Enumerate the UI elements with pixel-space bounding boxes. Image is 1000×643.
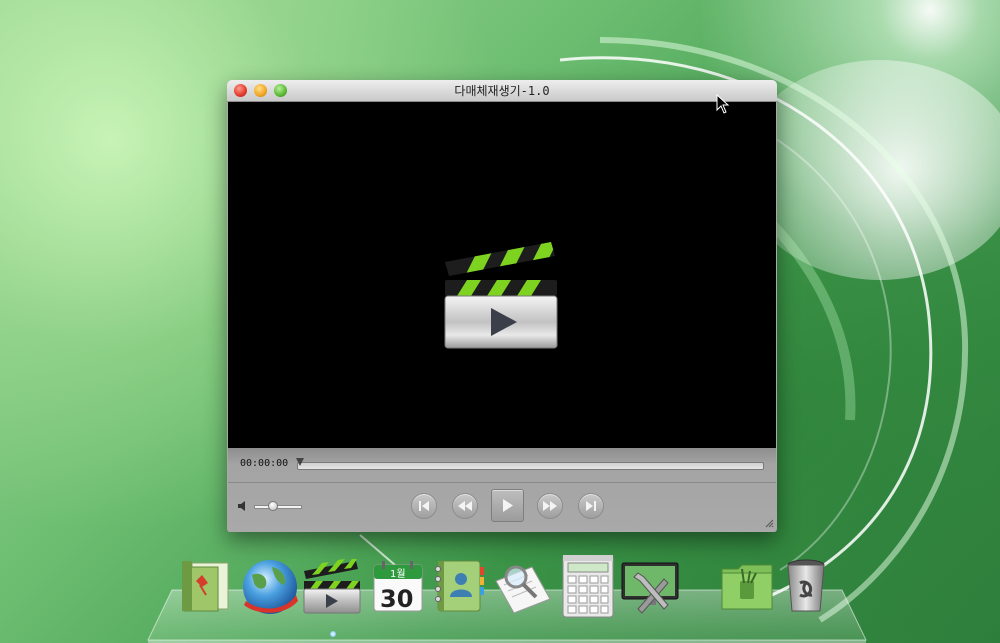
globe-browser-icon: [243, 560, 298, 614]
system-settings-icon: [621, 562, 679, 614]
skip-back-icon: [419, 501, 429, 511]
calendar-icon: 1월 30: [373, 561, 423, 613]
clapperboard-icon: [444, 242, 558, 349]
dock-item-system-settings[interactable]: [620, 555, 680, 617]
rewind-button[interactable]: [452, 493, 478, 519]
mouse-cursor-icon: [716, 94, 730, 114]
running-indicator: [330, 631, 336, 637]
dock-item-document-viewer[interactable]: [492, 555, 552, 617]
media-player-window: 다매체재생기-1.0 00:00:00: [227, 80, 777, 532]
address-book-icon: [435, 560, 484, 612]
seek-bar[interactable]: [297, 462, 764, 470]
calendar-month: 1월: [390, 568, 406, 580]
skip-forward-button[interactable]: [578, 493, 604, 519]
dock-item-media-player[interactable]: [302, 555, 362, 617]
resize-grip-icon[interactable]: [765, 519, 774, 528]
media-player-icon: [303, 559, 361, 614]
trash-icon: [787, 559, 825, 612]
skip-back-button[interactable]: [411, 493, 437, 519]
control-bar: 00:00:00: [228, 448, 776, 532]
video-area[interactable]: [228, 102, 776, 448]
play-icon: [503, 499, 513, 512]
speaker-icon: [238, 501, 245, 511]
window-title: 다매체재생기-1.0: [454, 84, 550, 98]
fast-forward-button[interactable]: [537, 493, 563, 519]
dock-item-trash[interactable]: [782, 555, 842, 617]
text-editor-folder-icon: [721, 564, 773, 610]
dock-item-browser[interactable]: [238, 555, 298, 617]
calendar-day: 30: [380, 585, 413, 613]
dock-item-calendar[interactable]: 1월 30: [370, 555, 430, 617]
play-button[interactable]: [491, 489, 524, 522]
volume-thumb[interactable]: [268, 501, 279, 511]
document-folder-icon: [182, 561, 229, 612]
title-bar[interactable]: 다매체재생기-1.0: [227, 80, 777, 102]
seek-thumb[interactable]: [296, 458, 304, 466]
divider: [228, 482, 776, 483]
document-search-icon: [495, 565, 551, 614]
dock-item-documents[interactable]: [178, 555, 238, 617]
skip-forward-icon: [586, 501, 596, 511]
dock-item-text-editor[interactable]: [718, 555, 778, 617]
time-display: 00:00:00: [240, 458, 289, 469]
dock-item-address-book[interactable]: [430, 555, 490, 617]
fast-forward-icon: [543, 501, 557, 511]
dock-item-calculator[interactable]: [560, 555, 620, 618]
rewind-icon: [458, 501, 472, 511]
calculator-icon: [562, 555, 614, 618]
